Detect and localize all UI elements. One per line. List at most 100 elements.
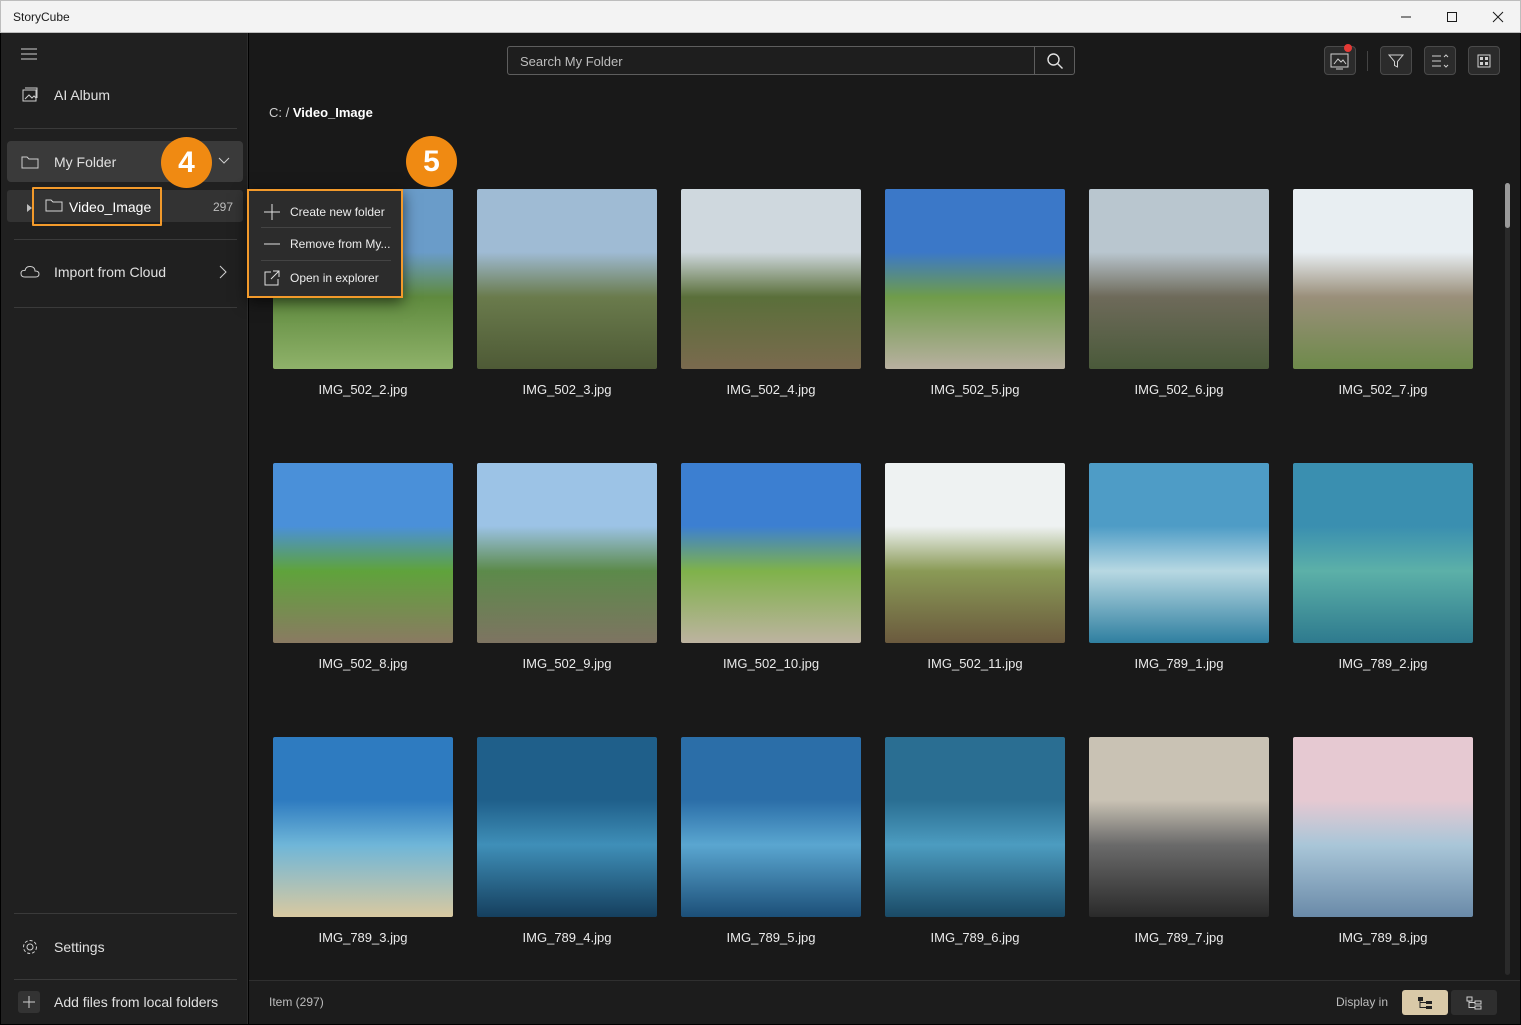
search-box[interactable]: Search My Folder: [507, 46, 1075, 75]
photo-thumbnail[interactable]: [1089, 737, 1269, 917]
sidebar-item-label: My Folder: [54, 153, 117, 170]
photo-tile[interactable]: IMG_502_7.jpg: [1293, 189, 1473, 397]
photo-thumbnail[interactable]: [1293, 189, 1473, 369]
photo-thumbnail[interactable]: [885, 737, 1065, 917]
photo-filename: IMG_502_3.jpg: [522, 382, 612, 397]
filter-icon: [1387, 54, 1405, 68]
photo-thumbnail[interactable]: [1293, 737, 1473, 917]
close-icon: [1492, 11, 1504, 23]
maximize-button[interactable]: [1429, 1, 1475, 33]
divider: [261, 260, 391, 261]
sidebar-item-ai-album[interactable]: AI Album: [1, 82, 248, 108]
sidebar-item-import-cloud[interactable]: Import from Cloud: [1, 259, 248, 285]
folder-context-menu: Create new folder Remove from My... Open…: [247, 189, 403, 298]
photo-filename: IMG_789_7.jpg: [1134, 930, 1224, 945]
photo-filename: IMG_502_9.jpg: [522, 656, 612, 671]
item-count: Item (297): [269, 995, 324, 1009]
breadcrumb-current: Video_Image: [292, 105, 373, 120]
photo-tile[interactable]: IMG_502_9.jpg: [477, 463, 657, 671]
photo-thumbnail[interactable]: [273, 463, 453, 643]
photo-tile[interactable]: IMG_789_7.jpg: [1089, 737, 1269, 945]
vertical-scrollbar[interactable]: [1505, 183, 1510, 975]
divider: [261, 227, 391, 228]
search-input[interactable]: Search My Folder: [520, 54, 623, 69]
photo-filename: IMG_502_4.jpg: [726, 382, 816, 397]
folder-icon: [20, 152, 40, 172]
divider: [1367, 51, 1368, 71]
menu-item-create-new-folder[interactable]: Create new folder: [249, 197, 401, 227]
photo-thumbnail[interactable]: [681, 737, 861, 917]
scrollbar-thumb[interactable]: [1505, 183, 1510, 228]
photo-tile[interactable]: IMG_789_4.jpg: [477, 737, 657, 945]
photo-tile[interactable]: IMG_502_6.jpg: [1089, 189, 1269, 397]
photo-thumbnail[interactable]: [885, 189, 1065, 369]
photo-tile[interactable]: IMG_502_8.jpg: [273, 463, 453, 671]
divider: [14, 913, 237, 914]
menu-item-label: Remove from My...: [290, 237, 391, 251]
close-button[interactable]: [1475, 1, 1521, 33]
ai-album-icon: [20, 85, 40, 105]
photo-tile[interactable]: IMG_502_4.jpg: [681, 189, 861, 397]
hamburger-menu-button[interactable]: [20, 45, 40, 65]
photo-thumbnail[interactable]: [273, 737, 453, 917]
display-folder-tree-button[interactable]: [1402, 990, 1448, 1015]
photo-tile[interactable]: IMG_502_11.jpg: [885, 463, 1065, 671]
step-badge-5: 5: [406, 136, 457, 187]
photo-filename: IMG_789_1.jpg: [1134, 656, 1224, 671]
sidebar-item-settings[interactable]: Settings: [1, 934, 248, 960]
cloud-icon: [20, 262, 40, 282]
minus-icon: [263, 235, 281, 253]
breadcrumb-root[interactable]: C:: [269, 105, 282, 120]
divider: [14, 239, 237, 240]
chevron-down-icon[interactable]: [217, 154, 231, 171]
photo-filename: IMG_789_5.jpg: [726, 930, 816, 945]
photo-tile[interactable]: IMG_789_5.jpg: [681, 737, 861, 945]
sidebar-item-label: Settings: [54, 939, 105, 955]
photo-thumbnail[interactable]: [1293, 463, 1473, 643]
menu-item-label: Create new folder: [290, 205, 385, 219]
photo-tile[interactable]: IMG_789_3.jpg: [273, 737, 453, 945]
notification-dot: [1344, 44, 1352, 52]
photo-thumbnail[interactable]: [681, 189, 861, 369]
hamburger-icon: [21, 48, 37, 60]
menu-item-open-in-explorer[interactable]: Open in explorer: [249, 263, 401, 293]
status-bar: Item (297) Display in: [249, 980, 1520, 1024]
photo-tile[interactable]: IMG_789_8.jpg: [1293, 737, 1473, 945]
menu-item-remove-from-my-folder[interactable]: Remove from My...: [249, 229, 401, 259]
breadcrumb-separator: /: [285, 105, 290, 120]
photo-thumbnail[interactable]: [477, 737, 657, 917]
photo-tile[interactable]: IMG_502_10.jpg: [681, 463, 861, 671]
add-files-button[interactable]: Add files from local folders: [1, 989, 248, 1015]
sort-button[interactable]: [1424, 46, 1456, 75]
photo-filename: IMG_789_6.jpg: [930, 930, 1020, 945]
sidebar: AI Album My Folder Video_Image 297 Impor…: [1, 33, 248, 1024]
search-icon: [1046, 52, 1063, 69]
photo-thumbnail[interactable]: [681, 463, 861, 643]
grid-view-button[interactable]: [1468, 46, 1500, 75]
ai-notification-button[interactable]: [1324, 44, 1356, 75]
photo-thumbnail[interactable]: [477, 189, 657, 369]
minimize-button[interactable]: [1383, 1, 1429, 33]
sidebar-item-label: Import from Cloud: [54, 264, 167, 280]
photo-tile[interactable]: IMG_789_6.jpg: [885, 737, 1065, 945]
photo-tile[interactable]: IMG_789_1.jpg: [1089, 463, 1269, 671]
ai-photo-icon: [1330, 53, 1349, 69]
gear-icon: [20, 937, 40, 957]
photo-tile[interactable]: IMG_789_2.jpg: [1293, 463, 1473, 671]
search-button[interactable]: [1034, 47, 1074, 74]
photo-filename: IMG_502_7.jpg: [1338, 382, 1428, 397]
photo-thumbnail[interactable]: [1089, 463, 1269, 643]
photo-thumbnail[interactable]: [1089, 189, 1269, 369]
photo-filename: IMG_502_5.jpg: [930, 382, 1020, 397]
photo-thumbnail[interactable]: [885, 463, 1065, 643]
photo-filename: IMG_502_11.jpg: [927, 656, 1023, 671]
photo-tile[interactable]: IMG_502_3.jpg: [477, 189, 657, 397]
photo-tile[interactable]: IMG_502_5.jpg: [885, 189, 1065, 397]
photo-filename: IMG_789_8.jpg: [1338, 930, 1428, 945]
minimize-icon: [1401, 16, 1411, 18]
maximize-icon: [1447, 12, 1457, 22]
display-flat-button[interactable]: [1451, 990, 1497, 1015]
photo-thumbnail[interactable]: [477, 463, 657, 643]
menu-item-label: Open in explorer: [290, 271, 379, 285]
filter-button[interactable]: [1380, 46, 1412, 75]
